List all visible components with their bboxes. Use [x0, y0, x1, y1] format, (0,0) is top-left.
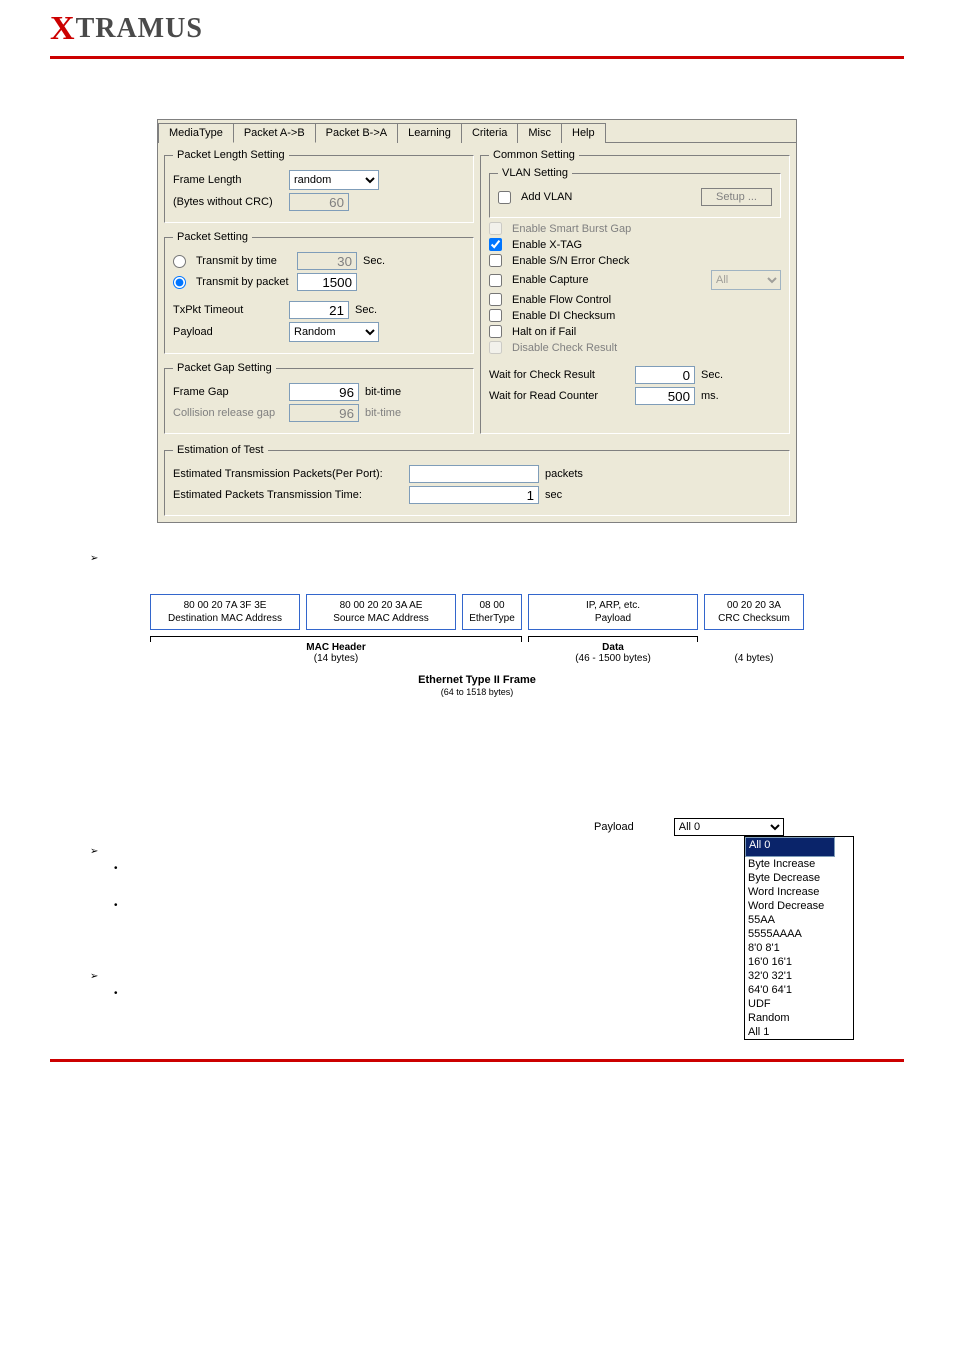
collision-gap-unit: bit-time [365, 407, 415, 419]
halt-on-fail-checkbox[interactable] [489, 325, 502, 338]
transmit-by-packet-radio[interactable] [173, 276, 186, 289]
bullet-marker: ➢ [90, 553, 894, 564]
estimation-legend: Estimation of Test [173, 444, 268, 456]
xtag-checkbox[interactable] [489, 238, 502, 251]
di-checksum-label: Enable DI Checksum [512, 310, 615, 322]
tab-packet-ab[interactable]: Packet A->B [233, 123, 316, 143]
bytes-value-input [289, 193, 349, 211]
frame-data-bracket: Data (46 - 1500 bytes) [528, 634, 698, 664]
capture-label: Enable Capture [512, 274, 588, 286]
sn-error-label: Enable S/N Error Check [512, 255, 629, 267]
frame-length-label: Frame Length [173, 174, 283, 186]
flow-control-checkbox[interactable] [489, 293, 502, 306]
vlan-legend: VLAN Setting [498, 167, 572, 179]
transmit-by-time-label: Transmit by time [196, 255, 291, 267]
wait-check-result-label: Wait for Check Result [489, 369, 629, 381]
frame-length-select[interactable]: random [289, 170, 379, 190]
collision-gap-input [289, 404, 359, 422]
packet-dialog: MediaType Packet A->B Packet B->A Learni… [157, 119, 797, 523]
payload-select[interactable]: Random [289, 322, 379, 342]
tab-help[interactable]: Help [561, 123, 606, 143]
footer-divider [50, 1059, 904, 1062]
tab-misc[interactable]: Misc [517, 123, 562, 143]
frame-src-mac: 80 00 20 20 3A AE Source MAC Address [306, 594, 456, 630]
txpkt-timeout-input[interactable] [289, 301, 349, 319]
payload-fig-label: Payload [594, 821, 634, 833]
capture-select: All [711, 270, 781, 290]
est-packets-input [409, 465, 539, 483]
bytes-note-label: (Bytes without CRC) [173, 196, 283, 208]
frame-dest-mac: 80 00 20 7A 3F 3E Destination MAC Addres… [150, 594, 300, 630]
brand-name: TRAMUS [76, 13, 203, 44]
disable-check-result-checkbox [489, 341, 502, 354]
tab-bar: MediaType Packet A->B Packet B->A Learni… [158, 120, 796, 143]
frame-payload: IP, ARP, etc. Payload [528, 594, 698, 630]
payload-label: Payload [173, 326, 283, 338]
txpkt-timeout-unit: Sec. [355, 304, 395, 316]
payload-opt-13[interactable]: All 1 [745, 1025, 853, 1039]
vlan-setup-button: Setup ... [701, 188, 772, 206]
packet-setting-legend: Packet Setting [173, 231, 252, 243]
transmit-by-packet-input[interactable] [297, 273, 357, 291]
tab-criteria[interactable]: Criteria [461, 123, 518, 143]
packet-gap-setting-group: Packet Gap Setting Frame Gap bit-time Co… [164, 362, 474, 434]
transmit-by-time-input [297, 252, 357, 270]
header-divider [50, 56, 904, 59]
frame-gap-unit: bit-time [365, 386, 415, 398]
flow-control-label: Enable Flow Control [512, 294, 611, 306]
packet-length-setting-group: Packet Length Setting Frame Length rando… [164, 149, 474, 223]
wait-read-counter-unit: ms. [701, 390, 719, 402]
tab-learning[interactable]: Learning [397, 123, 462, 143]
collision-gap-label: Collision release gap [173, 407, 283, 419]
frame-title: Ethernet Type II Frame (64 to 1518 bytes… [87, 674, 867, 698]
frame-gap-label: Frame Gap [173, 386, 283, 398]
payload-opt-12[interactable]: Random [745, 1011, 853, 1025]
add-vlan-label: Add VLAN [521, 191, 572, 203]
ethernet-frame-diagram: 80 00 20 7A 3F 3E Destination MAC Addres… [87, 594, 867, 698]
frame-gap-input[interactable] [289, 383, 359, 401]
wait-read-counter-label: Wait for Read Counter [489, 390, 629, 402]
transmit-by-time-radio[interactable] [173, 255, 186, 268]
est-time-unit: sec [545, 489, 562, 501]
wait-check-result-unit: Sec. [701, 369, 723, 381]
bullet-marker-2: ➢ [90, 846, 894, 857]
packet-setting-group: Packet Setting Transmit by time Sec. Tra… [164, 231, 474, 354]
wait-check-result-input[interactable] [635, 366, 695, 384]
brand-logo: XTRAMUS [50, 13, 203, 44]
frame-crc-bytes: (4 bytes) [704, 634, 804, 664]
estimation-group: Estimation of Test Estimated Transmissio… [164, 444, 790, 516]
est-packets-label: Estimated Transmission Packets(Per Port)… [173, 468, 403, 480]
frame-ethertype: 08 00 EtherType [462, 594, 522, 630]
brand-x: X [50, 10, 76, 47]
transmit-by-packet-label: Transmit by packet [196, 276, 291, 288]
txpkt-timeout-label: TxPkt Timeout [173, 304, 283, 316]
payload-opt-11[interactable]: UDF [745, 997, 853, 1011]
est-packets-unit: packets [545, 468, 583, 480]
tab-packet-ba[interactable]: Packet B->A [315, 123, 398, 143]
smart-burst-gap-label: Enable Smart Burst Gap [512, 223, 631, 235]
tab-mediatype[interactable]: MediaType [158, 123, 234, 143]
wait-read-counter-input[interactable] [635, 387, 695, 405]
transmit-by-time-unit: Sec. [363, 255, 403, 267]
payload-fig-select[interactable]: All 0 [674, 818, 784, 836]
est-time-label: Estimated Packets Transmission Time: [173, 489, 403, 501]
add-vlan-checkbox[interactable] [498, 191, 511, 204]
vlan-setting-group: VLAN Setting Add VLAN Setup ... [489, 167, 781, 218]
packet-length-legend: Packet Length Setting [173, 149, 289, 161]
frame-crc: 00 20 20 3A CRC Checksum [704, 594, 804, 630]
est-time-input [409, 486, 539, 504]
capture-checkbox[interactable] [489, 274, 502, 287]
xtag-label: Enable X-TAG [512, 239, 582, 251]
smart-burst-gap-checkbox [489, 222, 502, 235]
di-checksum-checkbox[interactable] [489, 309, 502, 322]
common-setting-legend: Common Setting [489, 149, 579, 161]
common-setting-group: Common Setting VLAN Setting Add VLAN Set… [480, 149, 790, 434]
sn-error-checkbox[interactable] [489, 254, 502, 267]
halt-on-fail-label: Halt on if Fail [512, 326, 576, 338]
frame-mac-header-bracket: MAC Header (14 bytes) [150, 634, 522, 664]
disable-check-result-label: Disable Check Result [512, 342, 617, 354]
packet-gap-legend: Packet Gap Setting [173, 362, 276, 374]
